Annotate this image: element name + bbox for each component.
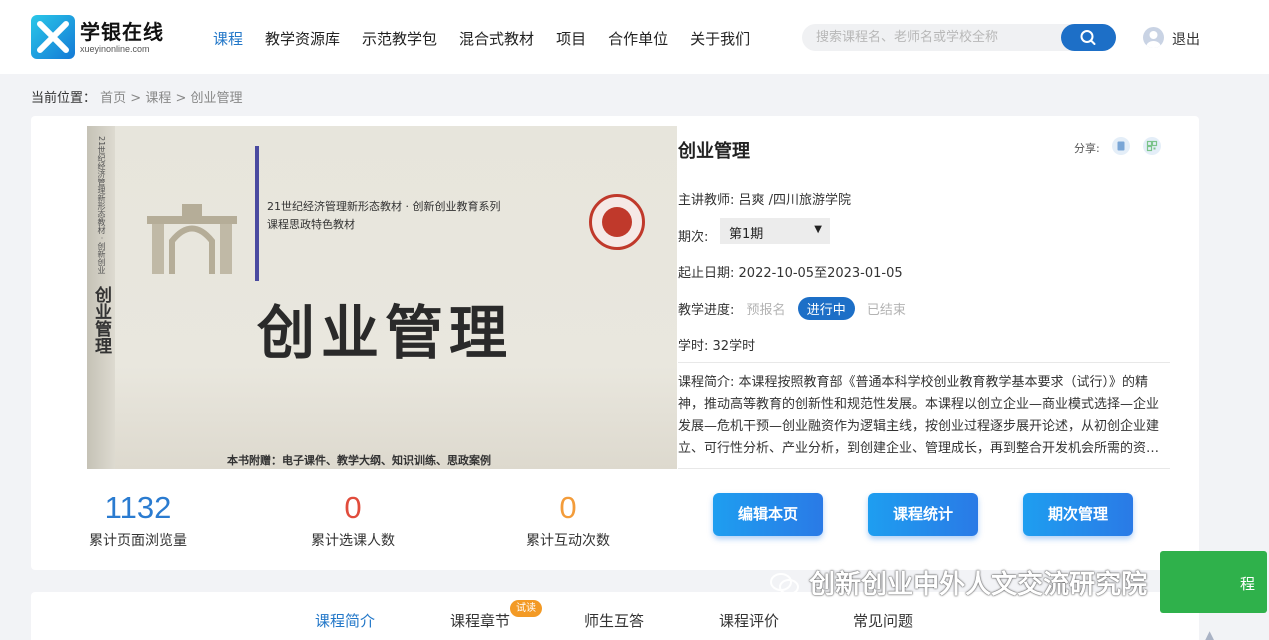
logout-link[interactable]: 退出: [1172, 29, 1200, 49]
breadcrumb-courses[interactable]: 课程: [145, 91, 171, 106]
tab-course-intro[interactable]: 课程简介: [315, 610, 375, 631]
course-cover-image: 21世纪经济管理新形态教材 · 创新创业教育系列 创业管理 21世纪经济管理新形…: [87, 126, 677, 469]
breadcrumb-home[interactable]: 首页: [100, 91, 126, 106]
publisher-emblem-icon: [589, 194, 645, 250]
edit-page-button[interactable]: 编辑本页: [713, 493, 823, 536]
stat-interactions: 0 累计互动次数: [488, 488, 648, 550]
course-title: 创业管理: [678, 141, 750, 162]
date-row: 起止日期: 2022-10-05至2023-01-05: [678, 262, 903, 281]
nav-item-demo-packages[interactable]: 示范教学包: [362, 28, 437, 49]
tab-qa[interactable]: 师生互答: [584, 610, 644, 631]
period-select-value: 第1期: [729, 227, 764, 242]
period-manage-button[interactable]: 期次管理: [1023, 493, 1133, 536]
status-in-progress: 进行中: [797, 297, 855, 320]
tab-reviews[interactable]: 课程评价: [719, 610, 779, 631]
course-card: 21世纪经济管理新形态教材 · 创新创业教育系列 创业管理 21世纪经济管理新形…: [31, 116, 1199, 570]
breadcrumb-separator: >: [126, 91, 146, 106]
nav-item-partners[interactable]: 合作单位: [608, 28, 668, 49]
site-logo-text[interactable]: 学银在线: [80, 16, 164, 45]
nav-item-resource-library[interactable]: 教学资源库: [265, 28, 340, 49]
share-label: 分享:: [1074, 142, 1100, 155]
scroll-top-icon[interactable]: ▲: [1205, 628, 1214, 640]
course-description: 课程简介: 本课程按照教育部《普通本科学校创业教育教学基本要求（试行）》的精神，…: [678, 372, 1168, 460]
hours-row: 学时: 32学时: [678, 335, 755, 354]
cover-series-text: 21世纪经济管理新形态教材 · 创新创业教育系列 课程思政特色教材: [267, 198, 501, 234]
wechat-icon: [770, 573, 799, 595]
tab-chapters[interactable]: 课程章节: [450, 610, 510, 631]
stat-value: 1132: [104, 490, 172, 525]
teacher-row: 主讲教师: 吕爽 /四川旅游学院: [678, 189, 851, 208]
description-label: 课程简介:: [678, 375, 735, 390]
stat-page-views: 1132 累计页面浏览量: [58, 488, 218, 550]
date-value: 2022-10-05至2023-01-05: [738, 266, 903, 281]
arch-illustration-icon: [147, 204, 237, 274]
breadcrumb-separator: >: [171, 91, 191, 106]
user-avatar-icon[interactable]: [1143, 27, 1164, 48]
site-logo-icon[interactable]: [31, 15, 75, 59]
caret-down-icon: ▼: [814, 224, 822, 235]
stat-label: 累计互动次数: [526, 533, 610, 549]
tab-faq[interactable]: 常见问题: [853, 610, 913, 631]
watermark-text: 创新创业中外人文交流研究院: [809, 570, 1148, 600]
search-bar: [802, 24, 1116, 51]
progress-label: 教学进度:: [678, 303, 735, 318]
status-ended: 已结束: [866, 303, 906, 318]
wechat-watermark: 创新创业中外人文交流研究院: [770, 564, 1147, 601]
breadcrumb-prefix: 当前位置：: [31, 91, 97, 106]
stat-label: 累计页面浏览量: [89, 533, 187, 549]
description-body: 本课程按照教育部《普通本科学校创业教育教学基本要求（试行）》的精神，推动高等教育…: [678, 375, 1160, 456]
book-spine-text: 21世纪经济管理新形态教材 · 创新创业教育系列: [97, 136, 106, 274]
status-pre-enroll: 预报名: [746, 303, 786, 318]
breadcrumb: 当前位置： 首页 > 课程 > 创业管理: [31, 87, 243, 106]
teacher-label: 主讲教师:: [678, 193, 735, 208]
breadcrumb-current: 创业管理: [190, 91, 243, 106]
nav-item-blended-textbooks[interactable]: 混合式教材: [459, 28, 534, 49]
teacher-value: 吕爽 /四川旅游学院: [738, 193, 852, 208]
cover-title: 创业管理: [257, 299, 514, 367]
search-input[interactable]: [816, 28, 1056, 47]
book-spine-title: 创业管理: [91, 286, 111, 354]
divider: [678, 362, 1170, 363]
stat-enrollments: 0 累计选课人数: [273, 488, 433, 550]
divider: [678, 468, 1170, 469]
cover-series-line-2: 课程思政特色教材: [267, 218, 355, 231]
period-label: 期次:: [678, 230, 709, 245]
floating-green-button[interactable]: 程: [1160, 551, 1267, 613]
share-qrcode-icon[interactable]: [1143, 137, 1161, 155]
hours-label: 学时:: [678, 339, 709, 354]
trial-badge: 试读: [510, 600, 542, 617]
course-description-text: 课程简介: 本课程按照教育部《普通本科学校创业教育教学基本要求（试行）》的精神，…: [678, 372, 1168, 460]
date-label: 起止日期:: [678, 266, 735, 281]
search-icon: [1080, 30, 1096, 45]
search-button[interactable]: [1061, 24, 1116, 51]
nav-item-about[interactable]: 关于我们: [690, 28, 750, 49]
stat-value: 0: [559, 490, 577, 525]
cover-attachment-text: 本书附赠：电子课件、教学大纲、知识训练、思政案例: [227, 454, 491, 467]
stat-label: 累计选课人数: [311, 533, 395, 549]
share-bookmark-icon[interactable]: [1112, 137, 1130, 155]
progress-row: 教学进度: 预报名 进行中 已结束: [678, 297, 906, 320]
cover-stripe: [255, 146, 259, 281]
hours-value: 32学时: [712, 339, 756, 354]
top-header: 学银在线 xueyinonline.com 课程 教学资源库 示范教学包 混合式…: [0, 0, 1269, 74]
nav-item-courses[interactable]: 课程: [213, 28, 243, 49]
cover-series-line-1: 21世纪经济管理新形态教材 · 创新创业教育系列: [267, 200, 501, 213]
period-row: 期次: 第1期 ▼: [678, 218, 830, 245]
course-info-panel: 创业管理 分享: 主讲教师: 吕爽 /四川旅游学院 期次: 第1期 ▼ 起止日期…: [678, 116, 1170, 570]
main-nav: 课程 教学资源库 示范教学包 混合式教材 项目 合作单位 关于我们: [213, 28, 772, 49]
course-stats-button[interactable]: 课程统计: [868, 493, 978, 536]
stat-value: 0: [344, 490, 362, 525]
site-logo-domain: xueyinonline.com: [80, 44, 150, 54]
course-stats: 1132 累计页面浏览量 0 累计选课人数 0 累计互动次数: [31, 488, 679, 558]
period-select[interactable]: 第1期 ▼: [720, 218, 830, 244]
nav-item-projects[interactable]: 项目: [556, 28, 586, 49]
